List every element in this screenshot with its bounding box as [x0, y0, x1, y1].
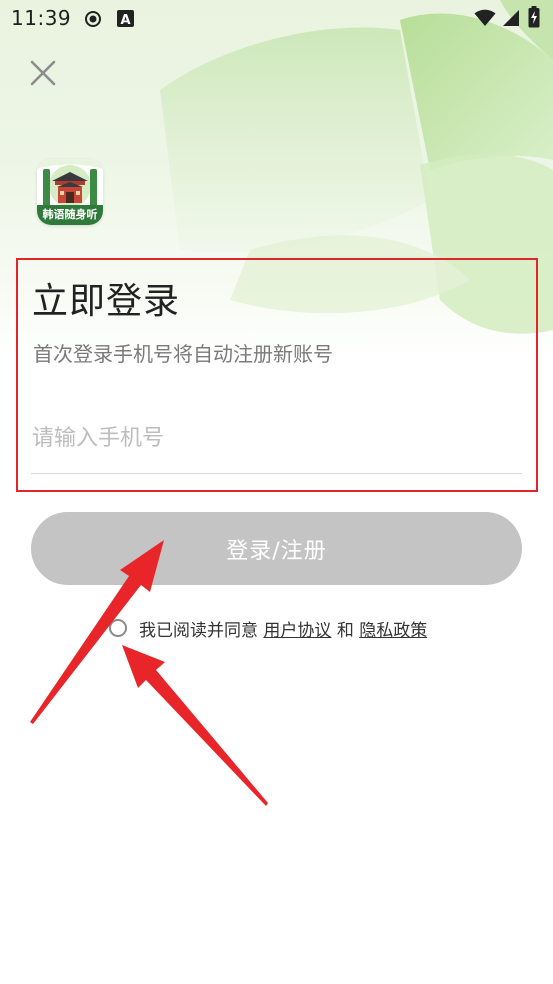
login-register-button[interactable]: 登录/注册 — [31, 512, 522, 585]
page-title: 立即登录 — [32, 281, 181, 322]
agreement-radio[interactable] — [109, 619, 127, 637]
agreement-prefix: 我已阅读并同意 — [139, 620, 258, 641]
input-underline — [31, 473, 522, 474]
phone-input[interactable] — [31, 418, 523, 458]
app-name: 韩语随身听 — [42, 208, 98, 221]
font-a-icon: A — [117, 10, 134, 28]
arrow-to-agreement-radio — [122, 645, 268, 806]
privacy-policy-link[interactable]: 隐私政策 — [359, 616, 427, 641]
agreement-conjunction: 和 — [336, 620, 354, 641]
close-icon[interactable] — [28, 58, 58, 88]
status-bar: 11:39 A — [0, 0, 553, 38]
signal-icon — [503, 10, 519, 26]
battery-charging-icon — [528, 6, 540, 28]
app-logo: 韩语随身听 — [37, 159, 103, 225]
user-agreement-link[interactable]: 用户协议 — [263, 616, 331, 641]
page-subtitle: 首次登录手机号将自动注册新账号 — [33, 342, 333, 366]
svg-text:A: A — [120, 13, 130, 28]
agreement-row: 我已阅读并同意 用户协议 和 隐私政策 — [109, 615, 427, 641]
status-time: 11:39 — [11, 6, 72, 30]
record-icon — [85, 11, 101, 27]
wifi-icon — [474, 9, 496, 26]
